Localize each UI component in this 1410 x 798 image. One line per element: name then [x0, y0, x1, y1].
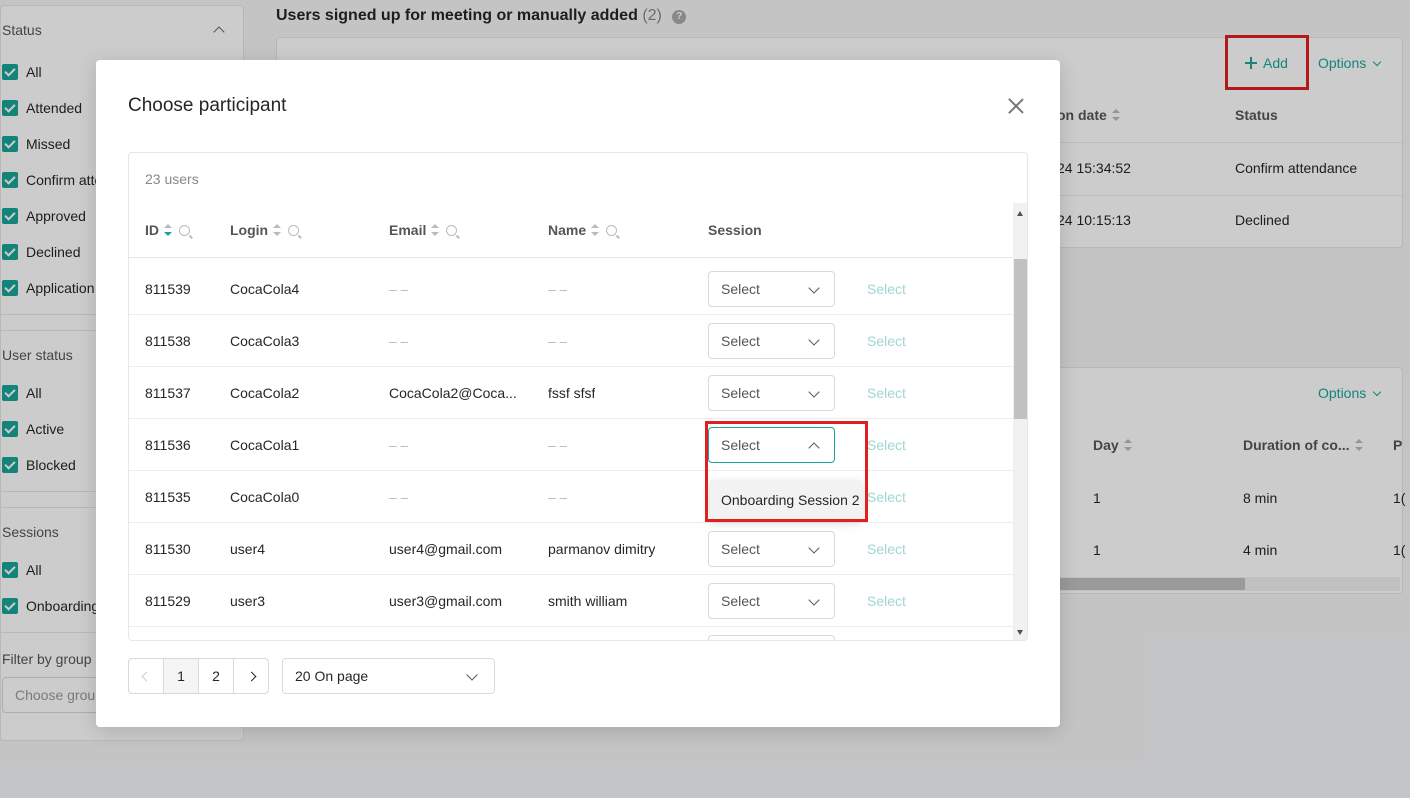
- table-row: 811529 user3 user3@gmail.com smith willi…: [129, 575, 1013, 627]
- column-header-name[interactable]: Name: [548, 222, 618, 238]
- cell-login: user4: [230, 541, 266, 557]
- cell-email: – –: [389, 333, 409, 349]
- table-row: 811530 user4 user4@gmail.com parmanov di…: [129, 523, 1013, 575]
- table-row: 811539 CocaCola4 – – – – Select Select: [129, 263, 1013, 315]
- cell-login: CocaCola4: [230, 281, 300, 297]
- chevron-down-icon: [808, 386, 820, 398]
- column-header-id[interactable]: ID: [145, 222, 190, 238]
- table-row: 811536 CocaCola1 – – – – Select Select: [129, 419, 1013, 471]
- sort-icon[interactable]: [273, 224, 282, 236]
- cell-id: 811539: [145, 281, 191, 297]
- page-1-button[interactable]: 1: [163, 658, 199, 694]
- cell-name: fssf sfsf: [548, 385, 596, 401]
- scroll-up-icon[interactable]: [1017, 211, 1023, 216]
- users-count: 23 users: [145, 171, 199, 187]
- chevron-right-icon: [246, 671, 256, 681]
- search-icon[interactable]: [179, 224, 190, 236]
- column-header-email[interactable]: Email: [389, 222, 458, 238]
- cell-email: – –: [389, 489, 409, 505]
- cell-email: user4@gmail.com: [389, 541, 503, 557]
- pagination: 1 2: [128, 658, 269, 694]
- cell-email: user3@gmail.com: [389, 593, 503, 609]
- chevron-down-icon: [808, 542, 820, 554]
- cell-email: – –: [389, 281, 409, 297]
- session-select[interactable]: [708, 635, 835, 640]
- select-row-button[interactable]: Select: [867, 575, 906, 627]
- cell-id: 811535: [145, 489, 191, 505]
- cell-name: smith william: [548, 593, 628, 609]
- table-row: 811537 CocaCola2 CocaCola2@Coca... fssf …: [129, 367, 1013, 419]
- cell-login: CocaCola2: [230, 385, 300, 401]
- chevron-down-icon: [808, 334, 820, 346]
- scroll-down-icon[interactable]: [1017, 630, 1023, 635]
- participants-table: 23 users ID Login Email Name Session 811…: [128, 152, 1028, 641]
- modal-title: Choose participant: [128, 95, 287, 116]
- cell-name: – –: [548, 333, 568, 349]
- close-icon[interactable]: [1006, 96, 1026, 116]
- cell-id: 811536: [145, 437, 191, 453]
- table-header: ID Login Email Name Session: [129, 203, 1013, 258]
- table-row: 811535 CocaCola0 – – – – Select: [129, 471, 1013, 523]
- search-icon[interactable]: [446, 224, 458, 236]
- session-select[interactable]: Select: [708, 531, 835, 567]
- select-row-button[interactable]: Select: [867, 263, 906, 315]
- cell-name: – –: [548, 437, 568, 453]
- search-icon[interactable]: [288, 224, 300, 236]
- select-row-button[interactable]: Select: [867, 471, 906, 523]
- chevron-left-icon: [141, 671, 151, 681]
- cell-name: – –: [548, 281, 568, 297]
- page-2-button[interactable]: 2: [198, 658, 234, 694]
- chevron-down-icon: [808, 594, 820, 606]
- sort-icon[interactable]: [591, 224, 600, 236]
- select-row-button[interactable]: Select: [867, 367, 906, 419]
- cell-login: CocaCola1: [230, 437, 300, 453]
- cell-id: 811537: [145, 385, 191, 401]
- cell-name: – –: [548, 489, 568, 505]
- prev-page-button[interactable]: [128, 658, 164, 694]
- sort-icon[interactable]: [164, 224, 172, 236]
- cell-email: CocaCola2@Coca...: [389, 385, 517, 401]
- scrollbar-thumb[interactable]: [1014, 259, 1027, 419]
- chevron-down-icon: [466, 669, 478, 681]
- sort-icon[interactable]: [431, 224, 440, 236]
- table-row: 811538 CocaCola3 – – – – Select Select: [129, 315, 1013, 367]
- session-select[interactable]: Select: [708, 271, 835, 307]
- session-select[interactable]: Select: [708, 323, 835, 359]
- chevron-down-icon: [808, 282, 820, 294]
- annotation-highlight: [705, 421, 868, 522]
- next-page-button[interactable]: [233, 658, 269, 694]
- cell-name: parmanov dimitry: [548, 541, 656, 557]
- select-row-button[interactable]: Select: [867, 419, 906, 471]
- session-select[interactable]: Select: [708, 583, 835, 619]
- cell-login: CocaCola3: [230, 333, 300, 349]
- select-row-button[interactable]: Select: [867, 523, 906, 575]
- column-header-session: Session: [708, 222, 762, 238]
- session-select[interactable]: Select: [708, 375, 835, 411]
- cell-id: 811529: [145, 593, 191, 609]
- table-row: [129, 627, 1013, 640]
- cell-id: 811538: [145, 333, 191, 349]
- cell-id: 811530: [145, 541, 191, 557]
- cell-login: CocaCola0: [230, 489, 300, 505]
- column-header-login[interactable]: Login: [230, 222, 300, 238]
- select-row-button[interactable]: Select: [867, 315, 906, 367]
- cell-email: – –: [389, 437, 409, 453]
- vertical-scrollbar[interactable]: [1013, 203, 1027, 640]
- choose-participant-modal: Choose participant 23 users ID Login Ema…: [96, 60, 1060, 727]
- cell-login: user3: [230, 593, 266, 609]
- table-body: 811539 CocaCola4 – – – – Select Select 8…: [129, 263, 1013, 640]
- search-icon[interactable]: [606, 224, 618, 236]
- per-page-select[interactable]: 20 On page: [282, 658, 495, 694]
